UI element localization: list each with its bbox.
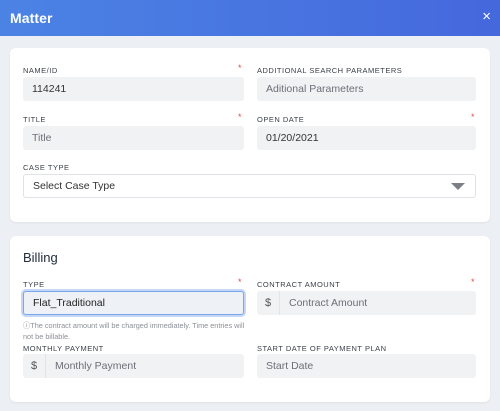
case-type-selected: Select Case Type [33, 180, 116, 192]
modal-body: NAME/ID * 114241 ADDITIONAL SEARCH PARAM… [0, 36, 500, 411]
name-id-label: NAME/ID [23, 66, 58, 75]
open-date-label: OPEN DATE [257, 115, 305, 124]
additional-search-input[interactable]: Aditional Parameters [257, 77, 476, 101]
case-type-select[interactable]: Select Case Type [23, 174, 476, 198]
contract-amount-prefix: $ [257, 291, 280, 315]
billing-type-required-mark: * [238, 277, 242, 287]
open-date-required-mark: * [471, 112, 475, 122]
contract-amount-required-mark: * [471, 277, 475, 287]
title-label: TITLE [23, 115, 46, 124]
modal-title: Matter [10, 10, 53, 26]
billing-type-label: TYPE [23, 280, 45, 289]
modal-header: Matter × [0, 0, 500, 36]
chevron-down-icon [451, 183, 465, 190]
close-icon[interactable]: × [482, 8, 491, 26]
start-date-label: START DATE OF PAYMENT PLAN [257, 344, 387, 353]
open-date-input[interactable]: 01/20/2021 [257, 126, 476, 150]
billing-type-input[interactable]: Flat_Traditional [23, 291, 244, 315]
name-id-input[interactable]: 114241 [23, 77, 244, 101]
start-date-input[interactable]: Start Date [257, 354, 476, 378]
billing-heading: Billing [23, 250, 58, 265]
billing-hint: ⓘThe contract amount will be charged imm… [23, 321, 245, 341]
contract-amount-input[interactable]: Contract Amount [280, 291, 476, 315]
matter-card: NAME/ID * 114241 ADDITIONAL SEARCH PARAM… [10, 48, 490, 222]
monthly-payment-prefix: $ [23, 354, 46, 378]
case-type-label: CASE TYPE [23, 163, 70, 172]
name-id-required-mark: * [238, 63, 242, 73]
monthly-payment-label: MONTHLY PAYMENT [23, 344, 104, 353]
contract-amount-label: CONTRACT AMOUNT [257, 280, 341, 289]
billing-card: Billing TYPE * Flat_Traditional ⓘThe con… [10, 236, 490, 402]
monthly-payment-input[interactable]: Monthly Payment [46, 354, 244, 378]
title-required-mark: * [238, 112, 242, 122]
title-input[interactable]: Title [23, 126, 244, 150]
additional-search-label: ADDITIONAL SEARCH PARAMETERS [257, 66, 403, 75]
